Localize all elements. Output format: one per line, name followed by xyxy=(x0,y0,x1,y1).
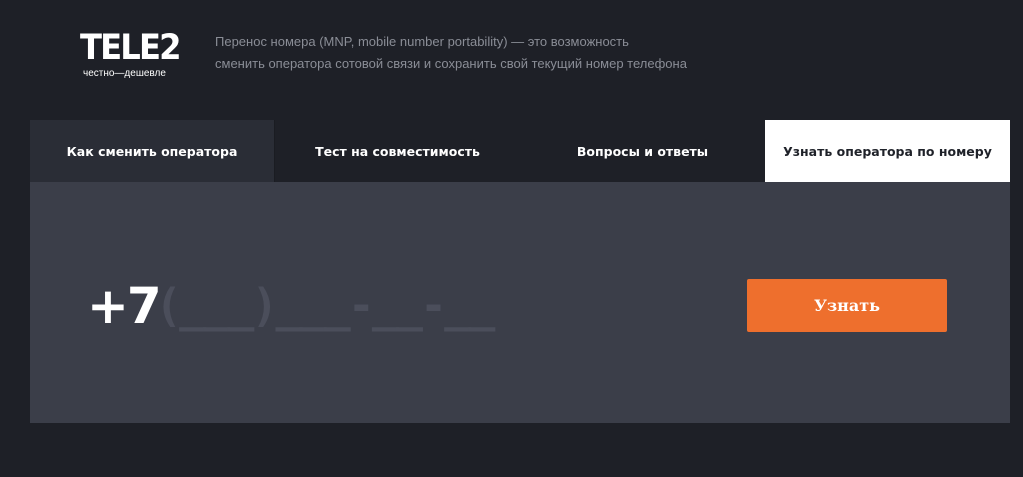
page: TELE2 честно—дешевле Перенос номера (MNP… xyxy=(0,0,1023,477)
tab-find-operator[interactable]: Узнать оператора по номеру xyxy=(765,120,1010,182)
description-line-1: Перенос номера (MNP, mobile number porta… xyxy=(215,34,629,49)
logo-tagline: честно—дешевле xyxy=(83,68,166,79)
find-operator-button[interactable]: Узнать xyxy=(747,279,947,332)
lookup-panel: +7 Узнать xyxy=(30,182,1010,423)
page-description: Перенос номера (MNP, mobile number porta… xyxy=(215,31,735,75)
tab-faq[interactable]: Вопросы и ответы xyxy=(520,120,765,182)
description-line-2: сменить оператора сотовой связи и сохран… xyxy=(215,56,687,71)
phone-prefix: +7 xyxy=(87,277,162,335)
logo-wordmark: TELE2 xyxy=(80,28,182,68)
tele2-logo[interactable]: TELE2 честно—дешевле xyxy=(80,28,182,82)
tab-compatibility-test[interactable]: Тест на совместимость xyxy=(275,120,520,182)
tabs-bar: Как сменить оператора Тест на совместимо… xyxy=(30,120,1010,182)
tab-how-to-switch[interactable]: Как сменить оператора xyxy=(30,120,275,182)
phone-input[interactable] xyxy=(155,276,575,336)
